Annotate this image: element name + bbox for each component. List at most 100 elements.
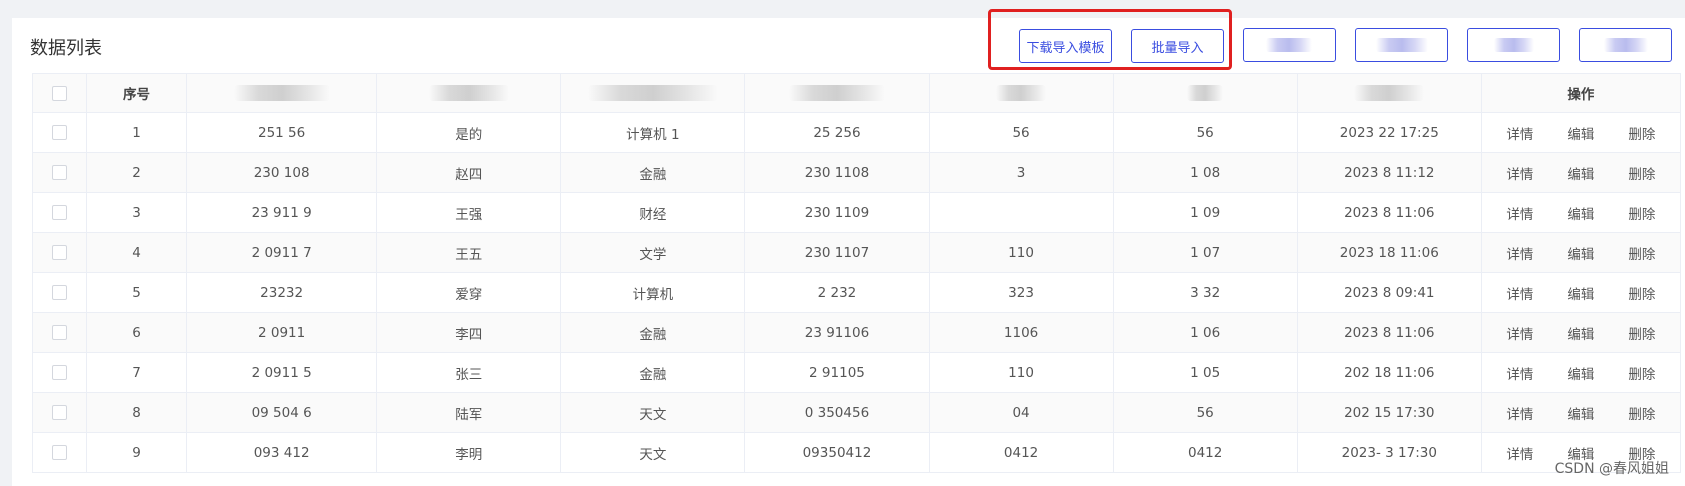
cell-col-2: 李四 (376, 312, 562, 353)
table-row: 9 093 412 李明 天文 09350412 0412 0412 2023- 3 17:3… (31, 432, 1682, 473)
row-select[interactable] (31, 112, 88, 153)
cell-col-2: 张三 (376, 352, 562, 393)
cell-col-7: 202 18 11:06 (1296, 352, 1482, 393)
page-title: 数据列表 (30, 38, 102, 59)
cell-col-4: 0 350456 (744, 392, 930, 433)
cell-col-7: 2023 8 11:06 (1296, 192, 1482, 233)
row-select[interactable] (31, 192, 88, 233)
header-col-3 (560, 73, 746, 113)
toolbar-button-6[interactable] (1579, 28, 1672, 62)
table-row: 1 251 56 是的 计算机 1 25 256 56 56 2023 22 17:25 详… (31, 112, 1682, 153)
detail-link[interactable]: 详情 (1506, 287, 1533, 303)
cell-actions: 详情 编辑 删除 (1480, 352, 1682, 393)
cell-col-3: 财经 (560, 192, 746, 233)
edit-link[interactable]: 编辑 (1567, 127, 1594, 143)
cell-actions: 详情 编辑 删除 (1480, 312, 1682, 353)
toolbar-button-4[interactable] (1355, 28, 1448, 62)
header-select-all[interactable] (31, 73, 88, 113)
detail-link[interactable]: 详情 (1506, 207, 1533, 223)
row-checkbox[interactable] (52, 245, 68, 260)
cell-col-6: 56 (1112, 112, 1298, 153)
delete-link[interactable]: 删除 (1628, 287, 1655, 303)
edit-link[interactable]: 编辑 (1567, 207, 1594, 223)
row-checkbox[interactable] (52, 445, 68, 460)
cell-col-5: 04 (928, 392, 1114, 433)
cell-col-3: 金融 (560, 312, 746, 353)
cell-index: 7 (86, 352, 188, 393)
detail-link[interactable]: 详情 (1506, 247, 1533, 263)
detail-link[interactable]: 详情 (1506, 127, 1533, 143)
delete-link[interactable]: 删除 (1628, 407, 1655, 423)
cell-col-1: 2 0911 5 (186, 352, 378, 393)
edit-link[interactable]: 编辑 (1567, 327, 1594, 343)
row-checkbox[interactable] (52, 165, 68, 180)
cell-col-4: 230 1108 (744, 152, 930, 193)
cell-col-7: 2023 8 11:12 (1296, 152, 1482, 193)
header-col-6 (1112, 73, 1298, 113)
toolbar-button-3[interactable] (1243, 28, 1336, 62)
row-select[interactable] (31, 312, 88, 353)
edit-link[interactable]: 编辑 (1567, 367, 1594, 383)
edit-link[interactable]: 编辑 (1567, 407, 1594, 423)
header-index: 序号 (86, 73, 188, 113)
header-col-7 (1296, 73, 1482, 113)
edit-link[interactable]: 编辑 (1567, 167, 1594, 183)
cell-col-6: 1 08 (1112, 152, 1298, 193)
cell-col-6: 56 (1112, 392, 1298, 433)
detail-link[interactable]: 详情 (1506, 367, 1533, 383)
select-all-checkbox[interactable] (52, 85, 68, 101)
cell-col-5: 323 (928, 272, 1114, 313)
cell-col-1: 093 412 (186, 432, 378, 473)
cell-col-4: 2 232 (744, 272, 930, 313)
delete-link[interactable]: 删除 (1628, 127, 1655, 143)
row-checkbox[interactable] (52, 125, 68, 140)
row-checkbox[interactable] (52, 285, 68, 300)
row-checkbox[interactable] (52, 405, 68, 420)
detail-link[interactable]: 详情 (1506, 167, 1533, 183)
edit-link[interactable]: 编辑 (1567, 247, 1594, 263)
cell-index: 6 (86, 312, 188, 353)
cell-col-5: 3 (928, 152, 1114, 193)
toolbar-button-5[interactable] (1467, 28, 1560, 62)
row-select[interactable] (31, 432, 88, 473)
detail-link[interactable]: 详情 (1506, 327, 1533, 343)
table-row: 72 0911 5 张三 金融 2 91105 110 1 05 202 18 11:06 详… (31, 352, 1682, 393)
cell-col-3: 金融 (560, 352, 746, 393)
delete-link[interactable]: 删除 (1628, 247, 1655, 263)
header-col-1 (186, 73, 378, 113)
delete-link[interactable]: 删除 (1628, 367, 1655, 383)
row-select[interactable] (31, 352, 88, 393)
delete-link[interactable]: 删除 (1628, 327, 1655, 343)
header-col-2 (376, 73, 562, 113)
row-checkbox[interactable] (52, 325, 68, 340)
detail-link[interactable]: 详情 (1506, 407, 1533, 423)
table-header-row: 序号 操作 (31, 73, 1682, 113)
cell-col-5: 56 (928, 112, 1114, 153)
header-col-4 (744, 73, 930, 113)
cell-col-6: 1 07 (1112, 232, 1298, 273)
table-row: 62 0911 李四 金融 23 91106 1106 1 06 2023 8 11:06 详… (31, 312, 1682, 353)
row-select[interactable] (31, 392, 88, 433)
delete-link[interactable]: 删除 (1628, 207, 1655, 223)
cell-actions: 详情 编辑 删除 (1480, 272, 1682, 313)
cell-col-3: 计算机 (560, 272, 746, 313)
cell-col-4: 23 91106 (744, 312, 930, 353)
edit-link[interactable]: 编辑 (1567, 287, 1594, 303)
cell-index: 4 (86, 232, 188, 273)
cell-col-2: 王强 (376, 192, 562, 233)
detail-link[interactable]: 详情 (1506, 447, 1533, 463)
row-select[interactable] (31, 232, 88, 273)
row-checkbox[interactable] (52, 205, 68, 220)
cell-col-2: 赵四 (376, 152, 562, 193)
cell-col-7: 2023 22 17:25 (1296, 112, 1482, 153)
row-checkbox[interactable] (52, 365, 68, 380)
cell-col-2: 陆军 (376, 392, 562, 433)
row-select[interactable] (31, 272, 88, 313)
delete-link[interactable]: 删除 (1628, 167, 1655, 183)
row-select[interactable] (31, 152, 88, 193)
header-actions: 操作 (1480, 73, 1682, 113)
cell-actions: 详情 编辑 删除 (1480, 192, 1682, 233)
cell-col-6: 1 05 (1112, 352, 1298, 393)
cell-col-2: 李明 (376, 432, 562, 473)
data-table: 序号 操作 1 251 56 是的 计算机 1 25 256 56 56 2023 22 … (31, 73, 1682, 473)
